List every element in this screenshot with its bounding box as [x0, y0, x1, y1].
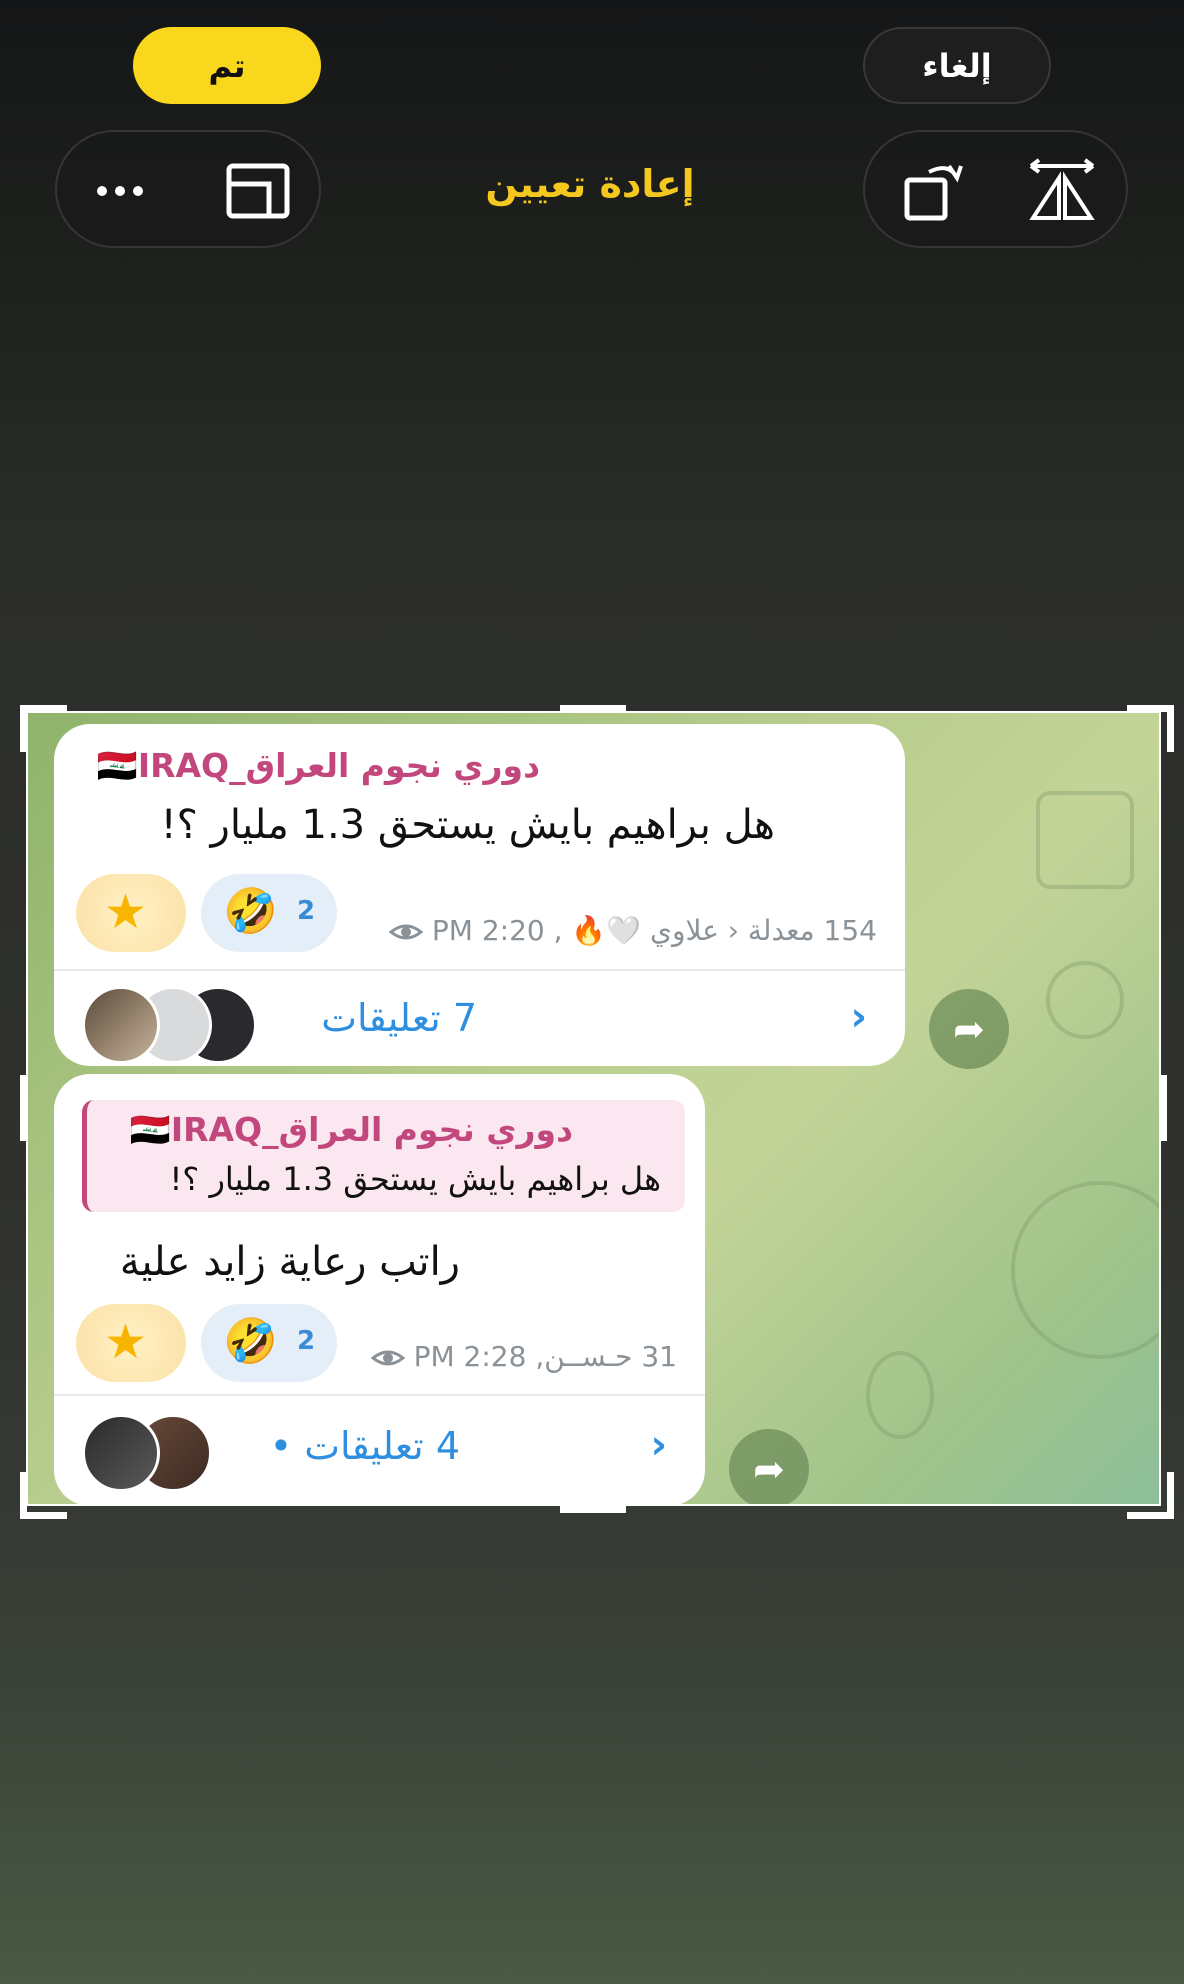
- channel-name[interactable]: دوري نجوم العراق_🇮🇶IRAQ: [97, 746, 540, 786]
- left-tool-group: [55, 130, 321, 248]
- doodle-pattern: [1036, 791, 1134, 889]
- crop-handle-bottom[interactable]: [560, 1506, 626, 1513]
- message-bubble[interactable]: دوري نجوم العراق_🇮🇶IRAQ هل براهيم بايش ي…: [54, 724, 905, 1066]
- avatar: [82, 986, 160, 1064]
- comments-link[interactable]: 4 تعليقات •: [270, 1424, 460, 1468]
- doodle-pattern: [1011, 1181, 1161, 1359]
- reply-quote[interactable]: دوري نجوم العراق_🇮🇶IRAQ هل براهيم بايش ي…: [82, 1100, 685, 1212]
- cancel-button[interactable]: إلغاء: [863, 27, 1051, 104]
- crop-handle-right[interactable]: [1160, 1075, 1167, 1141]
- laughing-emoji-icon: 🤣: [223, 1316, 278, 1367]
- views-eye-icon: [388, 924, 424, 940]
- quote-text: هل براهيم بايش يستحق 1.3 مليار ؟!: [169, 1160, 661, 1198]
- crop-handle-bottom-left[interactable]: [20, 1472, 67, 1519]
- reaction-count: 2: [297, 896, 316, 926]
- message-bubble[interactable]: دوري نجوم العراق_🇮🇶IRAQ هل براهيم بايش ي…: [54, 1074, 705, 1506]
- reaction-chip[interactable]: 🤣 2: [201, 1304, 337, 1382]
- message-text: راتب رعاية زايد علية: [119, 1239, 460, 1285]
- doodle-pattern: [866, 1351, 934, 1439]
- comments-link[interactable]: 7 تعليقات: [321, 996, 477, 1040]
- crop-handle-top-right[interactable]: [1127, 705, 1174, 752]
- rotate-icon[interactable]: [899, 156, 969, 226]
- crop-handle-left[interactable]: [20, 1075, 27, 1141]
- doodle-pattern: [1046, 961, 1124, 1039]
- crop-handle-top[interactable]: [560, 705, 626, 712]
- done-button[interactable]: تم: [133, 27, 321, 104]
- more-icon[interactable]: [85, 156, 155, 226]
- right-tool-group: [863, 130, 1128, 248]
- star-reaction[interactable]: ★: [76, 1304, 186, 1382]
- divider: [54, 1394, 705, 1396]
- avatar: [82, 1414, 160, 1492]
- chevron-right-icon[interactable]: ›: [851, 994, 867, 1040]
- message-text: هل براهيم بايش يستحق 1.3 مليار ؟!: [160, 802, 775, 848]
- reset-button[interactable]: إعادة تعيين: [430, 162, 750, 206]
- flip-icon[interactable]: [1027, 156, 1097, 226]
- crop-handle-bottom-right[interactable]: [1127, 1472, 1174, 1519]
- divider: [54, 969, 905, 971]
- crop-area[interactable]: دوري نجوم العراق_🇮🇶IRAQ هل براهيم بايش ي…: [26, 711, 1161, 1506]
- aspect-ratio-icon[interactable]: [223, 156, 293, 226]
- star-icon: ★: [104, 1314, 148, 1370]
- chevron-right-icon[interactable]: ›: [651, 1422, 667, 1468]
- message-meta: 154 معدلة ‹ علاوي 🤍🔥 , 2:20 PM: [388, 914, 877, 947]
- star-reaction[interactable]: ★: [76, 874, 186, 952]
- reaction-count: 2: [297, 1326, 316, 1356]
- quote-channel-name: دوري نجوم العراق_🇮🇶IRAQ: [129, 1110, 573, 1149]
- star-icon: ★: [104, 884, 148, 940]
- laughing-emoji-icon: 🤣: [223, 886, 278, 937]
- crop-handle-top-left[interactable]: [20, 705, 67, 752]
- views-eye-icon: [370, 1350, 406, 1366]
- forward-button[interactable]: ➦: [929, 989, 1009, 1069]
- forward-button[interactable]: ➦: [729, 1429, 809, 1506]
- message-meta: 31 حـســن, 2:28 PM: [370, 1340, 677, 1373]
- reaction-chip[interactable]: 🤣 2: [201, 874, 337, 952]
